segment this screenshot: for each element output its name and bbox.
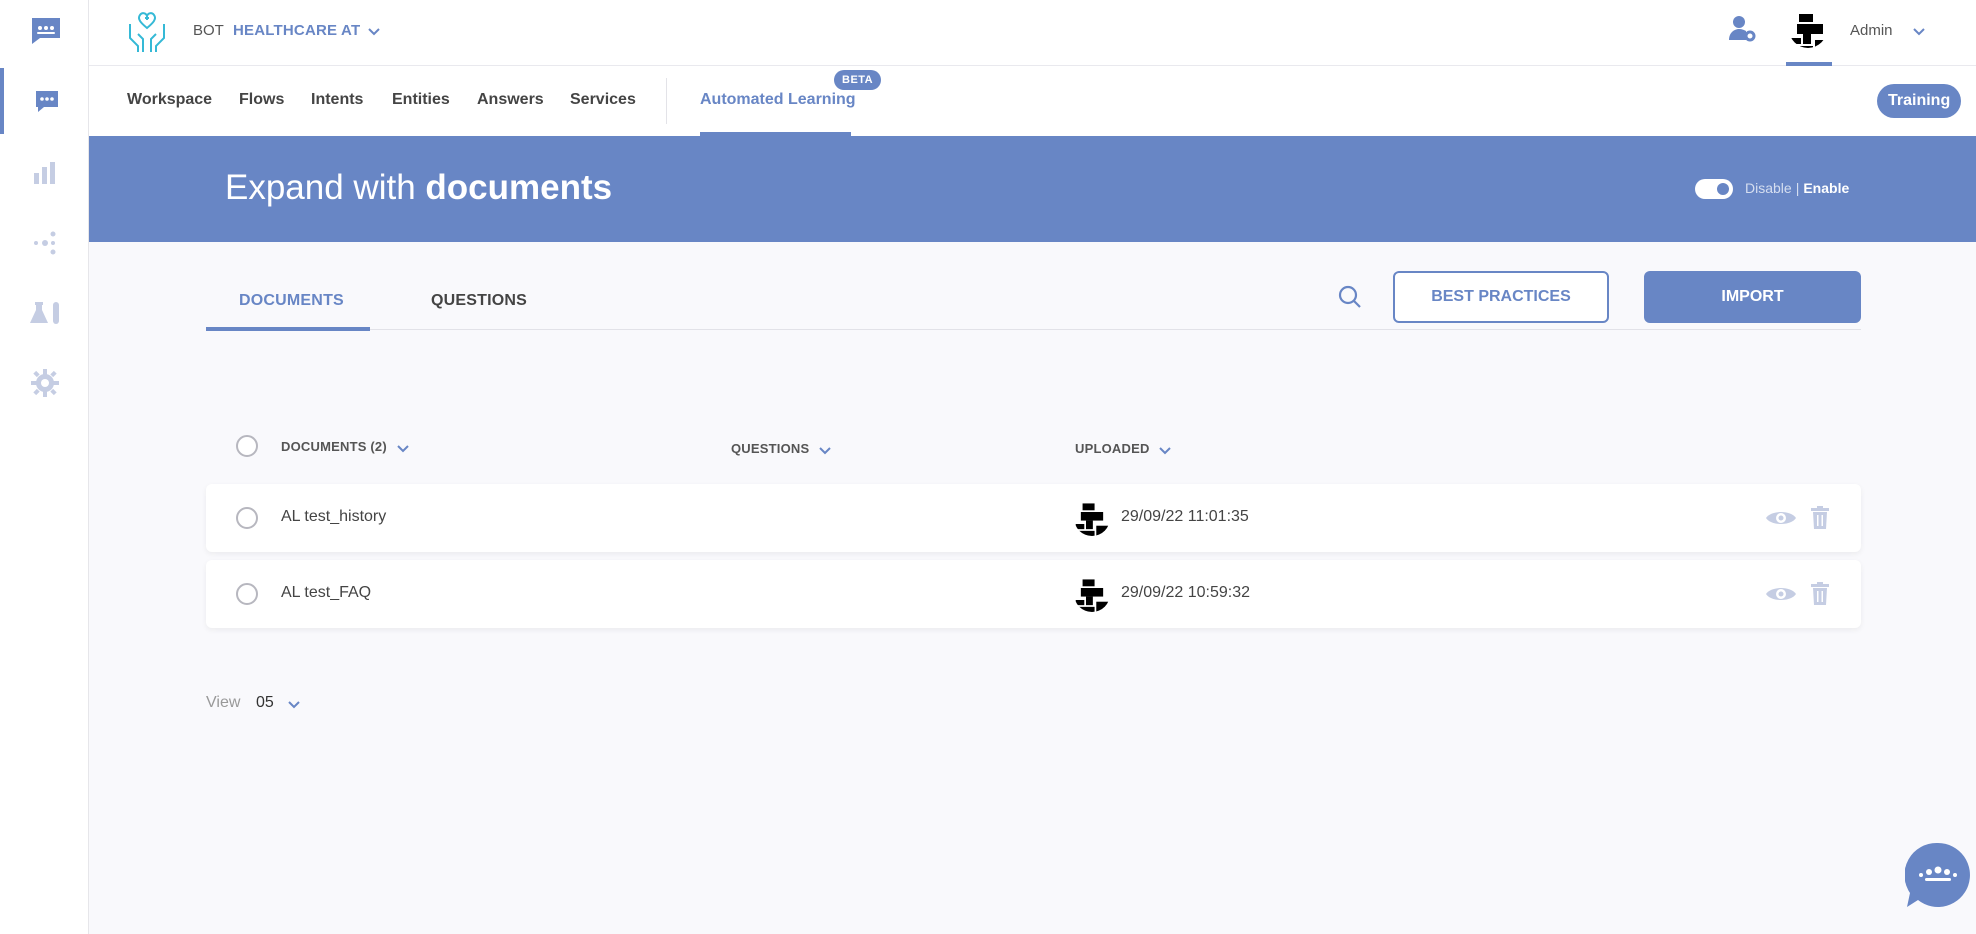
share-nodes-icon xyxy=(31,229,59,257)
bot-logo-icon xyxy=(124,8,170,54)
page-banner: Expand with documents Disable | Enable xyxy=(89,136,1976,242)
page-size-label: View xyxy=(206,694,241,711)
main-navigation: Workspace Flows Intents Entities Answers… xyxy=(89,66,1976,136)
trash-icon[interactable] xyxy=(1810,582,1830,611)
tab-documents[interactable]: DOCUMENTS xyxy=(239,292,344,310)
chevron-down-icon[interactable] xyxy=(396,441,410,459)
left-sidebar xyxy=(0,0,89,934)
column-header-uploaded[interactable]: UPLOADED xyxy=(1075,441,1150,456)
nav-item-intents[interactable]: Intents xyxy=(311,91,363,109)
toggle-label: Disable | Enable xyxy=(1745,180,1850,196)
uploaded-date: 29/09/22 11:01:35 xyxy=(1121,508,1249,525)
chevron-down-icon[interactable] xyxy=(287,697,301,715)
enable-toggle[interactable] xyxy=(1695,179,1733,199)
nav-item-entities[interactable]: Entities xyxy=(392,91,450,109)
sidebar-item-settings[interactable] xyxy=(0,350,89,416)
table-row[interactable]: AL test_history 29/09/22 11:01:35 xyxy=(206,484,1861,552)
tabs-divider xyxy=(206,329,1861,330)
tab-questions[interactable]: QUESTIONS xyxy=(431,292,527,310)
sidebar-item-analytics[interactable] xyxy=(0,140,89,206)
nav-item-services[interactable]: Services xyxy=(570,91,636,109)
sidebar-item-lab[interactable] xyxy=(0,280,89,346)
training-button[interactable]: Training xyxy=(1877,84,1962,118)
table-row[interactable]: AL test_FAQ 29/09/22 10:59:32 xyxy=(206,560,1861,628)
column-header-questions[interactable]: QUESTIONS xyxy=(731,441,809,456)
avatar xyxy=(1074,500,1110,536)
uploaded-date: 29/09/22 10:59:32 xyxy=(1121,584,1251,601)
chevron-down-icon[interactable] xyxy=(1912,24,1926,42)
sidebar-item-integrations[interactable] xyxy=(0,210,89,276)
lab-flask-icon xyxy=(27,299,63,327)
chevron-down-icon[interactable] xyxy=(818,443,832,461)
user-settings-icon[interactable] xyxy=(1727,14,1757,49)
page-size-select[interactable]: 05 xyxy=(256,694,274,712)
chevron-down-icon[interactable] xyxy=(367,24,381,42)
bot-label: BOT xyxy=(193,22,224,39)
user-name[interactable]: Admin xyxy=(1850,22,1893,39)
eye-icon[interactable] xyxy=(1765,584,1797,609)
app-logo-icon[interactable] xyxy=(28,12,64,48)
sidebar-item-chat[interactable] xyxy=(0,68,89,134)
chevron-down-icon[interactable] xyxy=(1158,443,1172,461)
nav-item-automated-learning[interactable]: Automated Learning xyxy=(700,91,856,109)
beta-badge: BETA xyxy=(834,70,882,90)
eye-icon[interactable] xyxy=(1765,508,1797,533)
bar-chart-icon xyxy=(31,159,59,187)
avatar[interactable] xyxy=(1787,8,1829,50)
chat-icon xyxy=(33,87,61,115)
avatar xyxy=(1074,576,1110,612)
document-name[interactable]: AL test_history xyxy=(281,508,386,526)
select-all-checkbox[interactable] xyxy=(236,435,258,457)
document-name[interactable]: AL test_FAQ xyxy=(281,584,371,602)
nav-item-flows[interactable]: Flows xyxy=(239,91,284,109)
bot-name-selector[interactable]: HEALTHCARE AT xyxy=(233,22,360,39)
top-header: BOT HEALTHCARE AT Admin xyxy=(89,0,1976,66)
nav-divider xyxy=(666,78,667,124)
gear-icon xyxy=(30,368,60,398)
trash-icon[interactable] xyxy=(1810,506,1830,535)
page-title: Expand with documents xyxy=(225,168,613,207)
row-checkbox[interactable] xyxy=(236,507,258,529)
nav-item-workspace[interactable]: Workspace xyxy=(127,91,212,109)
chat-widget-icon[interactable] xyxy=(1904,842,1971,908)
row-checkbox[interactable] xyxy=(236,583,258,605)
import-button[interactable]: IMPORT xyxy=(1644,271,1861,323)
nav-item-answers[interactable]: Answers xyxy=(477,91,544,109)
tab-active-indicator xyxy=(206,327,370,331)
best-practices-button[interactable]: BEST PRACTICES xyxy=(1393,271,1609,323)
column-header-documents[interactable]: DOCUMENTS (2) xyxy=(281,439,387,454)
search-icon[interactable] xyxy=(1337,284,1363,315)
